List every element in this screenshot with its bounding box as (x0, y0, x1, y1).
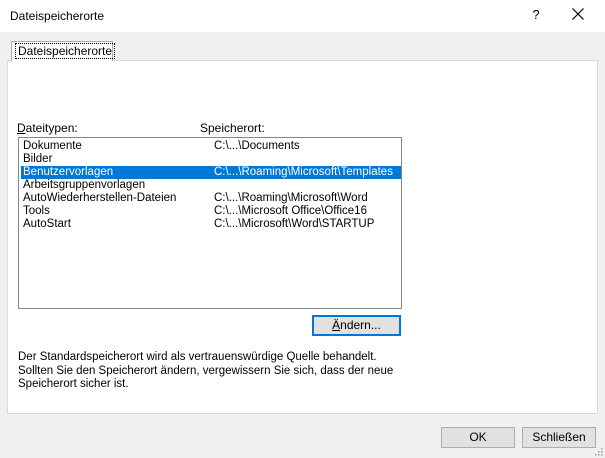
ok-button[interactable]: OK (441, 427, 515, 448)
list-item[interactable]: Arbeitsgruppenvorlagen (21, 179, 401, 192)
file-locations-list[interactable]: Dokumente C:\...\Documents Bilder Benutz… (18, 137, 402, 309)
column-header-location: Speicherort: (200, 121, 265, 135)
info-line: Speicherort sicher ist. (18, 378, 129, 390)
list-item[interactable]: AutoWiederherstellen-Dateien C:\...\Roam… (21, 192, 401, 205)
dialog-body: Dateispeicherorte Dateitypen: Speicheror… (0, 32, 605, 458)
close-window-button[interactable] (560, 2, 596, 28)
close-icon (572, 8, 584, 20)
column-header-file-types: Dateitypen: (17, 121, 78, 135)
file-location-path: C:\...\Roaming\Microsoft\Templates (214, 166, 393, 178)
info-text: Der Standardspeicherort wird als vertrau… (18, 351, 418, 392)
list-item[interactable]: Tools C:\...\Microsoft Office\Office16 (21, 205, 401, 218)
window-title: Dateispeicherorte (10, 9, 105, 23)
file-type-label: AutoWiederherstellen-Dateien (23, 192, 177, 204)
close-button[interactable]: Schließen (522, 427, 596, 448)
change-button[interactable]: Ändern... (312, 315, 401, 336)
tab-label: Dateispeicherorte (14, 43, 116, 59)
file-type-label: Dokumente (23, 140, 82, 152)
list-item[interactable]: Dokumente C:\...\Documents (21, 140, 401, 153)
file-location-path: C:\...\Roaming\Microsoft\Word (214, 192, 368, 204)
file-type-label: AutoStart (23, 218, 71, 230)
help-button[interactable]: ? (518, 2, 554, 28)
resize-grip-icon[interactable] (594, 447, 603, 456)
tab-panel: Dateitypen: Speicherort: Dokumente C:\..… (7, 60, 598, 414)
tab-dateispeicherorte[interactable]: Dateispeicherorte (11, 41, 116, 61)
file-type-label: Tools (23, 205, 50, 217)
info-line: Sollten Sie den Speicherort ändern, verg… (18, 364, 394, 377)
info-line: Der Standardspeicherort wird als vertrau… (18, 351, 377, 363)
file-type-label: Arbeitsgruppenvorlagen (23, 179, 146, 191)
file-location-path: C:\...\Documents (214, 140, 300, 152)
file-type-label: Benutzervorlagen (23, 166, 114, 178)
list-item[interactable]: AutoStart C:\...\Microsoft\Word\STARTUP (21, 218, 401, 231)
list-item[interactable]: Bilder (21, 153, 401, 166)
file-location-path: C:\...\Microsoft Office\Office16 (214, 205, 367, 217)
file-location-path: C:\...\Microsoft\Word\STARTUP (214, 218, 375, 230)
list-item-selected[interactable]: Benutzervorlagen C:\...\Roaming\Microsof… (21, 166, 401, 179)
title-bar: Dateispeicherorte ? (0, 0, 605, 32)
file-type-label: Bilder (23, 153, 53, 165)
